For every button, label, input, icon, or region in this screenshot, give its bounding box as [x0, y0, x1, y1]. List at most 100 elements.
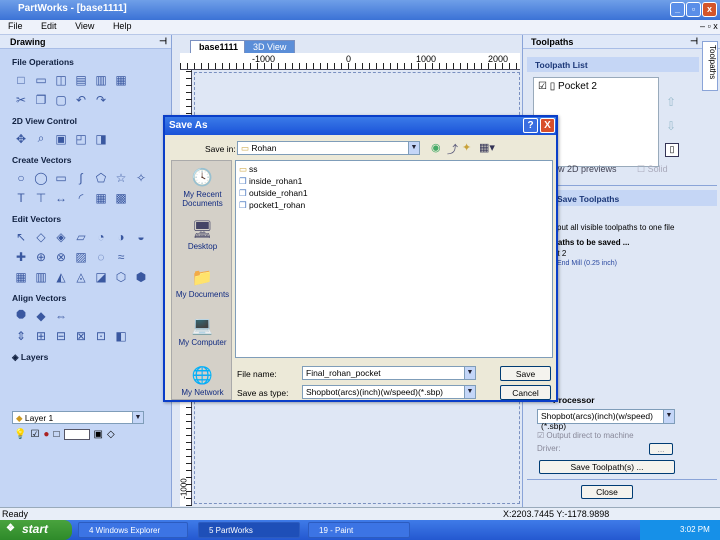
- select-icon[interactable]: ↖: [12, 228, 30, 245]
- dialog-close-button[interactable]: X: [540, 118, 555, 133]
- menu-view[interactable]: View: [67, 20, 102, 31]
- place-my-computer[interactable]: 💻 My Computer: [172, 315, 233, 347]
- place-my-documents[interactable]: 📁 My Documents: [172, 267, 233, 299]
- mdi-controls[interactable]: – ▫ x: [700, 21, 718, 31]
- trim-icon[interactable]: ◒: [132, 228, 150, 245]
- export-icon[interactable]: ▥: [92, 71, 110, 88]
- subtract-icon[interactable]: ⊕: [32, 248, 50, 265]
- paste-icon[interactable]: ▢: [52, 91, 70, 108]
- close-app-button[interactable]: x: [702, 2, 717, 17]
- help-button[interactable]: ?: [523, 118, 538, 133]
- solid-checkbox[interactable]: ☐ Solid: [637, 164, 668, 175]
- menu-help[interactable]: Help: [105, 20, 140, 31]
- mirror-icon[interactable]: ◭: [52, 268, 70, 285]
- import-icon[interactable]: ▤: [72, 71, 90, 88]
- copy-icon[interactable]: ❐: [32, 91, 50, 108]
- menu-edit[interactable]: Edit: [33, 20, 65, 31]
- node-edit-icon[interactable]: ◇: [32, 228, 50, 245]
- back-icon[interactable]: ◉: [431, 141, 441, 154]
- cancel-button[interactable]: Cancel: [500, 385, 551, 400]
- checkbox-icon[interactable]: ☑: [30, 429, 39, 440]
- clock[interactable]: 3:02 PM: [680, 525, 710, 534]
- center-align-icon[interactable]: ⯃: [12, 307, 30, 324]
- save-file-icon[interactable]: ◫: [52, 71, 70, 88]
- pin-icon[interactable]: ⊣: [690, 36, 698, 47]
- tab-base1111[interactable]: base1111: [190, 40, 248, 53]
- curve-icon[interactable]: ✧: [132, 169, 150, 186]
- line-style-select[interactable]: [63, 429, 90, 440]
- views-menu-icon[interactable]: ▦▾: [479, 141, 495, 154]
- weld-icon[interactable]: ✚: [12, 248, 30, 265]
- intersect-icon[interactable]: ⊗: [52, 248, 70, 265]
- zoom-icon[interactable]: ⌕: [32, 130, 50, 147]
- grid-icon[interactable]: ▦: [92, 189, 110, 206]
- align-top-icon[interactable]: ⊟: [52, 327, 70, 344]
- join-icon[interactable]: ◑: [112, 228, 130, 245]
- task-partworks[interactable]: 5 PartWorks: [198, 522, 300, 538]
- print-icon[interactable]: ▦: [112, 71, 130, 88]
- menu-file[interactable]: File: [0, 20, 31, 31]
- dimension-icon[interactable]: ↔: [52, 189, 70, 206]
- lock-icon[interactable]: ●: [43, 429, 49, 440]
- align-bottom-icon[interactable]: ⊠: [72, 327, 90, 344]
- scale-icon[interactable]: ▱: [72, 228, 90, 245]
- circle-icon[interactable]: ○: [12, 169, 30, 186]
- move-up-icon[interactable]: ⇧: [666, 95, 676, 109]
- polygon-icon[interactable]: ∫: [72, 169, 90, 186]
- minimize-button[interactable]: _: [670, 2, 685, 17]
- layer-settings-icon[interactable]: ◇: [107, 429, 115, 440]
- hexagon-icon[interactable]: ⬡: [112, 268, 130, 285]
- list-item[interactable]: ☑ ▯ Pocket 2: [534, 78, 658, 92]
- v-center-icon[interactable]: ⇔: [52, 307, 70, 324]
- place-desktop[interactable]: 🖥 Desktop: [172, 219, 233, 251]
- octagon-icon[interactable]: ⬢: [132, 268, 150, 285]
- fillet-icon[interactable]: ◌: [92, 248, 110, 265]
- toolpaths-side-tab[interactable]: Toolpaths: [702, 41, 718, 91]
- transform-icon[interactable]: ◈: [52, 228, 70, 245]
- list-item[interactable]: ❐ outside_rohan1: [239, 188, 308, 199]
- align-right-icon[interactable]: ⊞: [32, 327, 50, 344]
- driver-browse-button[interactable]: ...: [649, 443, 673, 455]
- place-my-network[interactable]: 🌐 My Network: [172, 365, 233, 397]
- align-v-icon[interactable]: ◧: [112, 327, 130, 344]
- bitmap-icon[interactable]: ▩: [112, 189, 130, 206]
- align-left-icon[interactable]: ⇕: [12, 327, 30, 344]
- ellipse-icon[interactable]: ◯: [32, 169, 50, 186]
- color-swatch-icon[interactable]: □: [53, 429, 59, 440]
- filename-input[interactable]: Final_rohan_pocket ▼: [302, 366, 476, 380]
- checkbox-icon[interactable]: ☑: [538, 81, 547, 92]
- task-windows-explorer[interactable]: 4 Windows Explorer: [78, 522, 188, 538]
- star-icon[interactable]: ⬠: [92, 169, 110, 186]
- processor-select[interactable]: Shopbot(arcs)(inch)(w/speed)(*.sbp) ▼: [537, 409, 675, 431]
- offset-icon[interactable]: ▨: [72, 248, 90, 265]
- smooth-icon[interactable]: ≈: [112, 248, 130, 265]
- text-icon[interactable]: T: [12, 189, 30, 206]
- task-paint[interactable]: 19 - Paint: [308, 522, 410, 538]
- layer-select[interactable]: ◆ Layer 1 ▼: [12, 411, 144, 424]
- shape-icon[interactable]: ◬: [72, 268, 90, 285]
- pan-icon[interactable]: ✥: [12, 130, 30, 147]
- view-icon[interactable]: ◨: [92, 130, 110, 147]
- h-center-icon[interactable]: ◆: [32, 307, 50, 324]
- zoom-fit-icon[interactable]: ▣: [52, 130, 70, 147]
- tab-3d-view[interactable]: 3D View: [244, 40, 296, 53]
- new-file-icon[interactable]: □: [12, 71, 30, 88]
- close-button[interactable]: Close: [581, 485, 633, 499]
- list-item[interactable]: ❐ pocket1_rohan: [239, 200, 305, 211]
- save-in-select[interactable]: ▭ Rohan ▼: [237, 141, 420, 155]
- pin-icon[interactable]: ⊣: [159, 36, 167, 47]
- output-direct-checkbox[interactable]: ☑ Output direct to machine: [537, 431, 634, 440]
- list-item[interactable]: ▭ ss: [239, 164, 258, 175]
- layer-manager-icon[interactable]: ▣: [94, 429, 103, 440]
- up-folder-icon[interactable]: ⤴: [447, 141, 458, 157]
- start-button[interactable]: ❖ start: [0, 520, 72, 540]
- delete-icon[interactable]: ▯: [665, 143, 679, 157]
- save-button[interactable]: Save: [500, 366, 551, 381]
- arc-icon[interactable]: ◜: [72, 189, 90, 206]
- bulb-icon[interactable]: 💡: [14, 429, 26, 440]
- undo-icon[interactable]: ↶: [72, 91, 90, 108]
- break-icon[interactable]: ◔: [92, 228, 110, 245]
- cut-icon[interactable]: ✂: [12, 91, 30, 108]
- show-2d-previews-label[interactable]: ow 2D previews: [553, 164, 617, 174]
- place-recent[interactable]: 🕓 My Recent Documents: [172, 167, 233, 208]
